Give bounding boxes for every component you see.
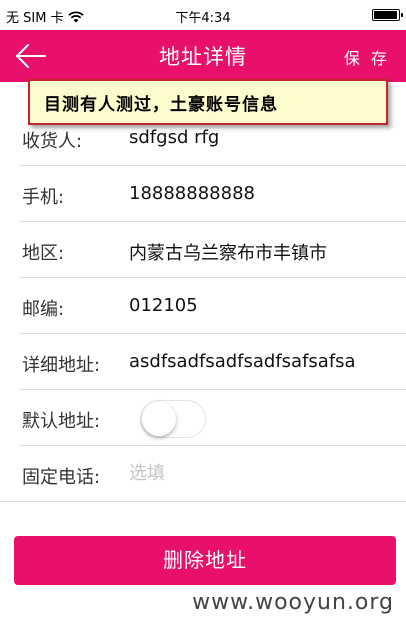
postcode-row[interactable]: 邮编: 012105 bbox=[0, 278, 406, 334]
phone-label: 手机: bbox=[22, 187, 65, 208]
landline-label: 固定电话: bbox=[22, 467, 101, 488]
receiver-value[interactable]: sdfgsd rfg bbox=[129, 127, 384, 148]
status-bar: 无 SIM 卡 下午4:34 bbox=[0, 0, 406, 30]
address-label: 详细地址: bbox=[22, 355, 101, 376]
postcode-value[interactable]: 012105 bbox=[129, 295, 384, 316]
phone-row[interactable]: 手机: 18888888888 bbox=[0, 166, 406, 222]
region-row[interactable]: 地区: 内蒙古乌兰察布市丰镇市 bbox=[0, 222, 406, 278]
region-value[interactable]: 内蒙古乌兰察布市丰镇市 bbox=[129, 239, 384, 265]
status-time: 下午4:34 bbox=[175, 11, 231, 26]
default-toggle[interactable] bbox=[140, 400, 206, 438]
postcode-label: 邮编: bbox=[22, 299, 65, 320]
watermark: www.wooyun.org bbox=[192, 590, 394, 615]
battery-level bbox=[374, 11, 397, 19]
default-label: 默认地址: bbox=[22, 411, 101, 432]
address-form: 收货人: sdfgsd rfg 手机: 18888888888 地区: 内蒙古乌… bbox=[0, 110, 406, 502]
toggle-knob bbox=[142, 402, 176, 436]
phone-value[interactable]: 18888888888 bbox=[129, 183, 384, 204]
save-button[interactable]: 保 存 bbox=[344, 45, 390, 69]
battery-icon bbox=[372, 9, 403, 21]
address-row[interactable]: 详细地址: asdfsadfsadfsadfsafsafsa bbox=[0, 334, 406, 390]
default-row: 默认地址: bbox=[0, 390, 406, 446]
landline-field-wrap bbox=[129, 463, 384, 484]
delete-address-button[interactable]: 删除地址 bbox=[14, 536, 396, 585]
app-screen: 无 SIM 卡 下午4:34 地址详情 保 存 目测有人测过，土豪账号信息 收货… bbox=[0, 0, 406, 631]
receiver-label: 收货人: bbox=[22, 131, 83, 152]
landline-row[interactable]: 固定电话: bbox=[0, 446, 406, 502]
region-label: 地区: bbox=[22, 243, 65, 264]
nav-header: 地址详情 保 存 bbox=[0, 30, 406, 82]
address-value[interactable]: asdfsadfsadfsadfsafsafsa bbox=[129, 351, 384, 372]
annotation-note: 目测有人测过，土豪账号信息 bbox=[28, 79, 388, 125]
landline-input[interactable] bbox=[129, 463, 379, 484]
